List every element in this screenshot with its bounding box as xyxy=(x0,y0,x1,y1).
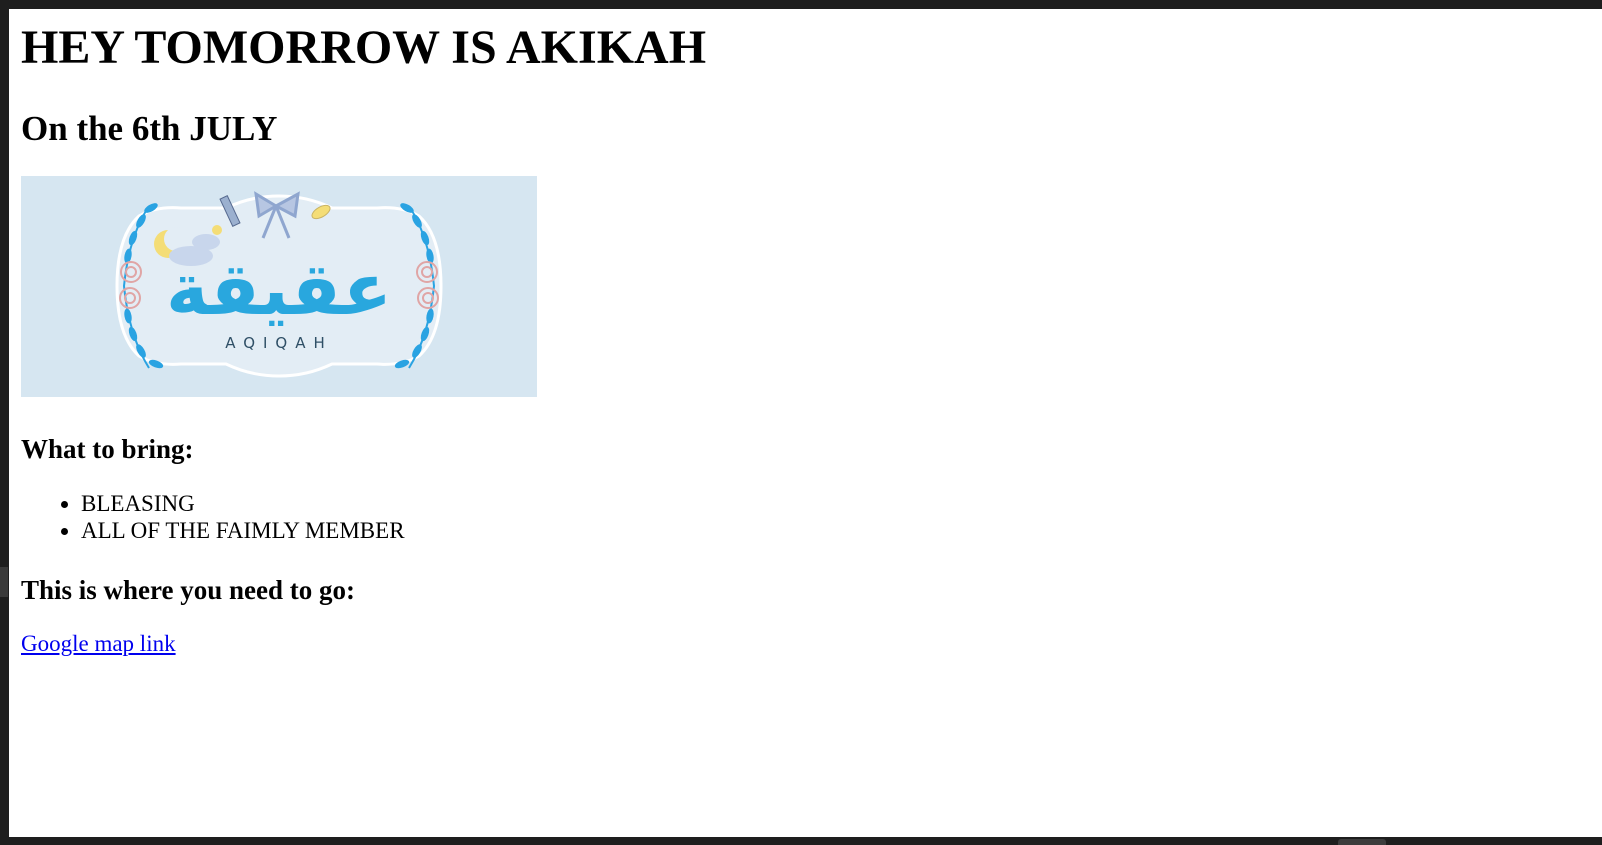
left-edge-marker xyxy=(0,567,8,597)
google-map-link[interactable]: Google map link xyxy=(21,630,176,657)
list-item: BLEASING xyxy=(81,490,405,517)
bring-heading: What to bring: xyxy=(21,434,194,464)
arabic-calligraphy: عقيقة xyxy=(166,247,392,331)
window-top-bar xyxy=(0,0,1602,9)
page-title: HEY TOMORROW IS AKIKAH xyxy=(21,21,707,74)
list-item: ALL OF THE FAIMLY MEMBER xyxy=(81,517,405,544)
taskbar-tab[interactable] xyxy=(1338,839,1386,845)
window-left-edge xyxy=(0,9,9,837)
page-subtitle: On the 6th JULY xyxy=(21,109,278,148)
location-heading: This is where you need to go: xyxy=(21,575,356,605)
banner-caption: AQIQAH xyxy=(225,334,333,352)
aqiqah-banner-image: عقيقة AQIQAH xyxy=(21,176,537,397)
browser-viewport: HEY TOMORROW IS AKIKAH On the 6th JULY ع… xyxy=(9,9,1602,837)
bring-list: BLEASING ALL OF THE FAIMLY MEMBER xyxy=(21,490,405,544)
